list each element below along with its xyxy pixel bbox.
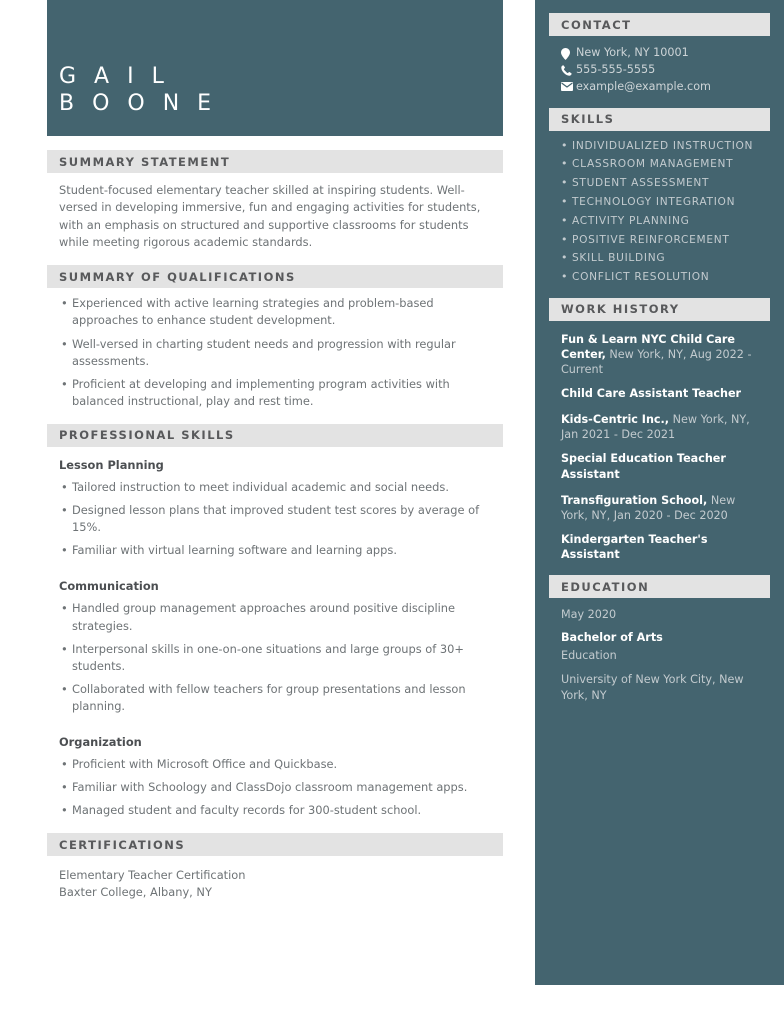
contact-email-value: example@example.com bbox=[576, 79, 711, 93]
envelope-icon bbox=[561, 80, 576, 91]
main-column: G A I L B O O N E SUMMARY STATEMENT Stud… bbox=[47, 0, 503, 900]
contact-item-phone: 555-555-5555 bbox=[561, 63, 770, 78]
contact-heading: CONTACT bbox=[561, 17, 632, 32]
job-title: Child Care Assistant Teacher bbox=[561, 387, 742, 401]
list-item: Experienced with active learning strateg… bbox=[61, 295, 493, 329]
list-item: Familiar with virtual learning software … bbox=[61, 542, 493, 559]
list-item: Proficient with Microsoft Office and Qui… bbox=[61, 756, 493, 773]
summary-statement-text: Student-focused elementary teacher skill… bbox=[59, 183, 481, 249]
education-institution: University of New York City, New York, N… bbox=[561, 673, 744, 702]
list-item: Interpersonal skills in one-on-one situa… bbox=[61, 641, 493, 675]
sidebar-section-header-contact: CONTACT bbox=[549, 13, 770, 36]
certification-institution: Baxter College, Albany, NY bbox=[59, 884, 212, 899]
work-history-entry: Kids-Centric Inc., New York, NY, Jan 202… bbox=[549, 412, 770, 481]
list-item: Proficient at developing and implementin… bbox=[61, 376, 493, 410]
sidebar: CONTACT New York, NY 10001 555-555-5555 … bbox=[535, 0, 784, 985]
contact-item-email: example@example.com bbox=[561, 80, 770, 95]
list-item: Well-versed in charting student needs an… bbox=[61, 336, 493, 370]
job-employer-line: Fun & Learn NYC Child Care Center, New Y… bbox=[561, 332, 764, 377]
certifications-heading: CERTIFICATIONS bbox=[59, 837, 186, 852]
list-item: Handled group management approaches arou… bbox=[61, 600, 493, 634]
list-item: Tailored instruction to meet individual … bbox=[61, 479, 493, 496]
summary-statement-heading: SUMMARY STATEMENT bbox=[59, 154, 231, 169]
section-header-professional-skills: PROFESSIONAL SKILLS bbox=[47, 423, 503, 447]
skills-heading: SKILLS bbox=[561, 112, 615, 127]
section-header-certifications: CERTIFICATIONS bbox=[47, 833, 503, 857]
phone-icon bbox=[561, 63, 576, 76]
job-employer: Transfiguration School, bbox=[561, 493, 708, 507]
education-entry: May 2020 Bachelor of Arts Education Univ… bbox=[549, 607, 770, 703]
contact-location-value: New York, NY 10001 bbox=[576, 46, 689, 59]
skill-group-list: Handled group management approaches arou… bbox=[47, 600, 503, 715]
professional-skills-heading: PROFESSIONAL SKILLS bbox=[59, 428, 235, 443]
skill-group-title: Communication bbox=[59, 579, 159, 594]
list-item: INDIVIDUALIZED INSTRUCTION bbox=[561, 139, 770, 154]
location-pin-icon bbox=[561, 46, 576, 60]
list-item: CONFLICT RESOLUTION bbox=[561, 270, 770, 285]
job-title: Kindergarten Teacher's Assistant bbox=[561, 532, 708, 561]
list-item: SKILL BUILDING bbox=[561, 251, 770, 266]
list-item: Collaborated with fellow teachers for gr… bbox=[61, 681, 493, 715]
qualifications-list: Experienced with active learning strateg… bbox=[47, 295, 503, 410]
skill-group-title: Lesson Planning bbox=[59, 457, 164, 472]
list-item: ACTIVITY PLANNING bbox=[561, 214, 770, 229]
job-employer-line: Transfiguration School, New York, NY, Ja… bbox=[561, 493, 764, 523]
job-employer-line: Kids-Centric Inc., New York, NY, Jan 202… bbox=[561, 412, 764, 442]
education-date: May 2020 bbox=[561, 608, 617, 622]
sidebar-section-header-work-history: WORK HISTORY bbox=[549, 297, 770, 321]
education-field: Education bbox=[561, 649, 617, 663]
section-header-summary-statement: SUMMARY STATEMENT bbox=[47, 150, 503, 173]
skill-group-title: Organization bbox=[59, 735, 142, 750]
contact-list: New York, NY 10001 555-555-5555 example@… bbox=[549, 36, 770, 95]
skill-group-list: Tailored instruction to meet individual … bbox=[47, 479, 503, 560]
work-history-entry: Transfiguration School, New York, NY, Ja… bbox=[549, 493, 770, 562]
education-degree: Bachelor of Arts bbox=[561, 630, 663, 644]
contact-item-location: New York, NY 10001 bbox=[561, 46, 770, 61]
section-header-summary-of-qualifications: SUMMARY OF QUALIFICATIONS bbox=[47, 265, 503, 289]
certifications-body: Elementary Teacher Certification Baxter … bbox=[47, 856, 503, 900]
list-item: Familiar with Schoology and ClassDojo cl… bbox=[61, 779, 493, 796]
list-item: POSITIVE REINFORCEMENT bbox=[561, 233, 770, 248]
list-item: TECHNOLOGY INTEGRATION bbox=[561, 195, 770, 210]
last-name: B O O N E bbox=[59, 91, 217, 117]
list-item: STUDENT ASSESSMENT bbox=[561, 176, 770, 191]
list-item: Managed student and faculty records for … bbox=[61, 802, 493, 819]
contact-phone-value: 555-555-5555 bbox=[576, 62, 656, 76]
job-title: Special Education Teacher Assistant bbox=[561, 452, 726, 481]
education-heading: EDUCATION bbox=[561, 579, 650, 594]
skills-list: INDIVIDUALIZED INSTRUCTION CLASSROOM MAN… bbox=[549, 139, 770, 285]
certification-name: Elementary Teacher Certification bbox=[59, 868, 246, 883]
list-item: CLASSROOM MANAGEMENT bbox=[561, 157, 770, 172]
name-header: G A I L B O O N E bbox=[47, 0, 503, 136]
work-history-entry: Fun & Learn NYC Child Care Center, New Y… bbox=[549, 332, 770, 401]
first-name: G A I L bbox=[59, 64, 170, 90]
work-history-heading: WORK HISTORY bbox=[561, 302, 680, 317]
sidebar-section-header-skills: SKILLS bbox=[549, 107, 770, 131]
job-employer: Kids-Centric Inc., bbox=[561, 413, 670, 427]
list-item: Designed lesson plans that improved stud… bbox=[61, 502, 493, 536]
skill-group-list: Proficient with Microsoft Office and Qui… bbox=[47, 756, 503, 819]
summary-of-qualifications-heading: SUMMARY OF QUALIFICATIONS bbox=[59, 269, 296, 284]
sidebar-section-header-education: EDUCATION bbox=[549, 575, 770, 599]
